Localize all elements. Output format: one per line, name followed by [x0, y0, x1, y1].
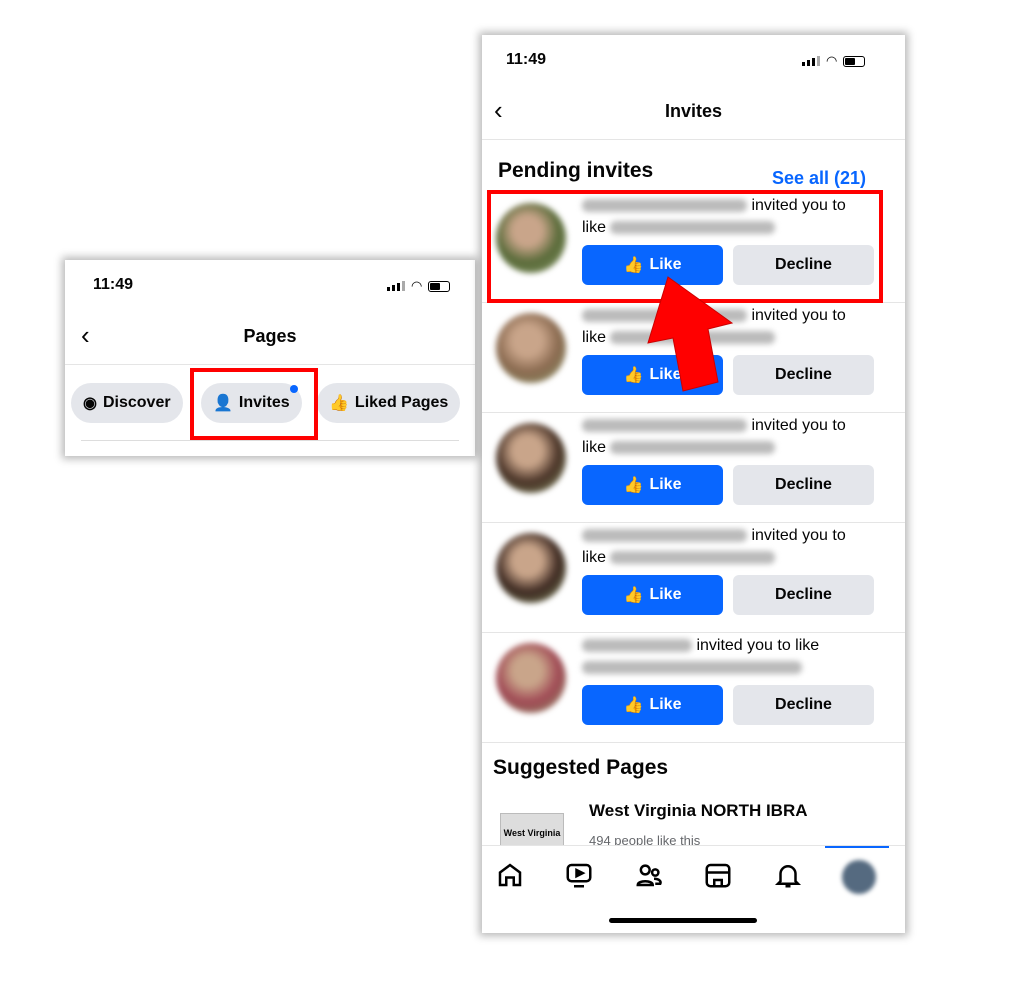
- scroll-indicator: [825, 846, 889, 848]
- red-arrow-icon: [647, 276, 734, 392]
